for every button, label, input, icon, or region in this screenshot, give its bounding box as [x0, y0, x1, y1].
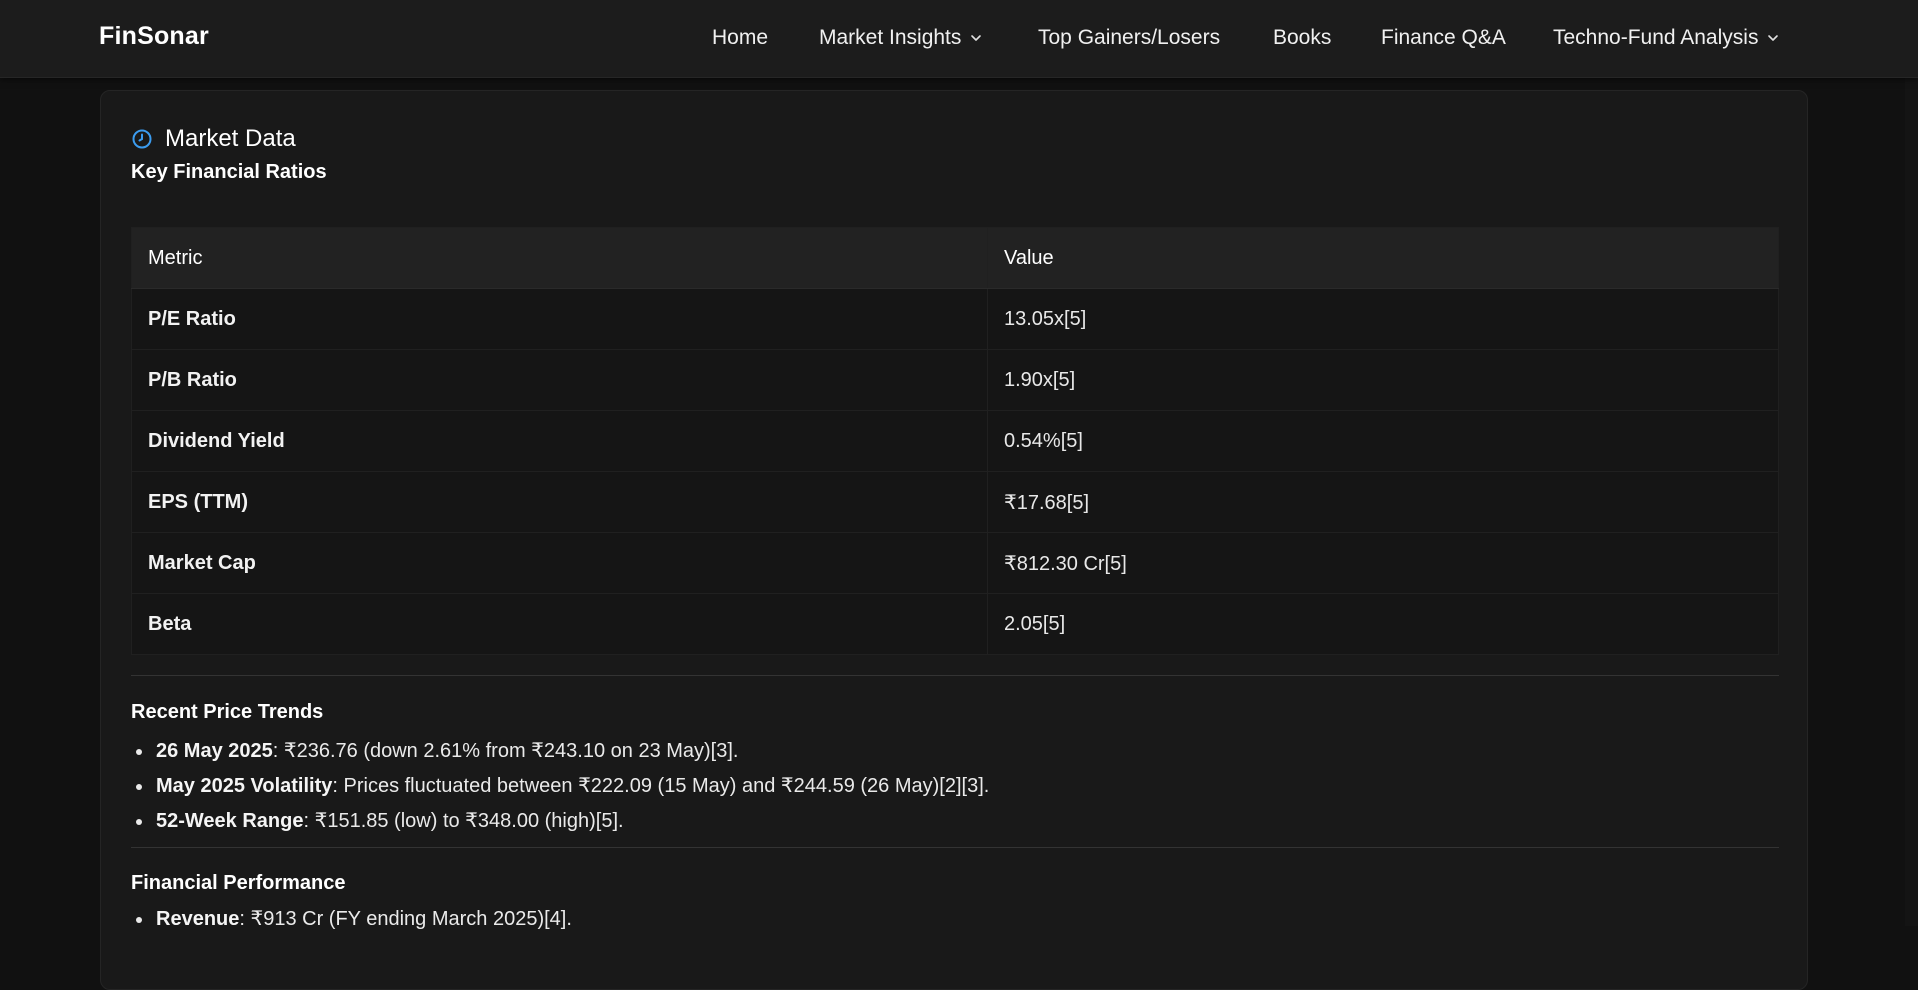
table-row: P/B Ratio 1.90x[5]: [131, 349, 1779, 411]
value-cell: 2.05[5]: [987, 593, 1779, 655]
brand-logo[interactable]: FinSonar: [99, 22, 209, 51]
table-row: Beta 2.05[5]: [131, 593, 1779, 655]
section-header: Market Data: [131, 125, 296, 153]
section-title: Market Data: [165, 125, 296, 152]
list-item: Revenue: ₹913 Cr (FY ending March 2025)[…: [136, 902, 572, 937]
performance-heading: Financial Performance: [131, 872, 346, 894]
list-item-label: Revenue: [156, 908, 240, 930]
nav-books-label: Books: [1273, 26, 1332, 49]
list-item: 26 May 2025: ₹236.76 (down 2.61% from ₹2…: [135, 734, 989, 769]
metric-cell: P/B Ratio: [131, 349, 988, 411]
value-cell: ₹812.30 Cr[5]: [987, 532, 1779, 594]
metric-cell: EPS (TTM): [131, 471, 988, 533]
nav-market-insights-label: Market Insights: [819, 26, 962, 49]
nav-top-gainers-losers[interactable]: Top Gainers/Losers: [1038, 26, 1220, 50]
market-data-card: Market Data Key Financial Ratios Metric …: [100, 90, 1808, 990]
ratios-heading: Key Financial Ratios: [131, 161, 327, 183]
top-navbar: FinSonar Home Market Insights Top Gainer…: [0, 0, 1918, 78]
clock-icon: [131, 128, 153, 150]
list-item-text: : Prices fluctuated between ₹222.09 (15 …: [332, 775, 990, 797]
nav-home[interactable]: Home: [712, 26, 768, 50]
nav-top-gainers-losers-label: Top Gainers/Losers: [1038, 26, 1221, 49]
metric-cell: P/E Ratio: [131, 288, 988, 350]
nav-techno-fund-analysis[interactable]: Techno-Fund Analysis: [1553, 26, 1780, 50]
column-header-metric: Metric: [131, 227, 988, 289]
nav-finance-qa-label: Finance Q&A: [1381, 26, 1506, 49]
list-item-label: May 2025 Volatility: [156, 775, 333, 797]
value-cell: ₹17.68[5]: [987, 471, 1779, 533]
nav-home-label: Home: [712, 26, 769, 49]
nav-books[interactable]: Books: [1273, 26, 1331, 50]
section-divider: [131, 847, 1779, 848]
chevron-down-icon: [969, 31, 983, 45]
trends-heading: Recent Price Trends: [131, 701, 324, 723]
performance-list: Revenue: ₹913 Cr (FY ending March 2025)[…: [136, 902, 572, 937]
nav-techno-fund-analysis-label: Techno-Fund Analysis: [1553, 26, 1759, 49]
list-item-text: : ₹236.76 (down 2.61% from ₹243.10 on 23…: [272, 740, 739, 762]
metric-cell: Beta: [131, 593, 988, 655]
trends-list: 26 May 2025: ₹236.76 (down 2.61% from ₹2…: [135, 734, 990, 839]
metric-cell: Market Cap: [131, 532, 988, 594]
nav-finance-qa[interactable]: Finance Q&A: [1381, 26, 1506, 50]
list-item: 52-Week Range: ₹151.85 (low) to ₹348.00 …: [135, 804, 989, 839]
value-cell: 0.54%[5]: [987, 410, 1779, 472]
column-header-value: Value: [987, 227, 1779, 289]
metric-cell: Dividend Yield: [131, 410, 988, 472]
section-divider: [131, 675, 1779, 676]
page-scrollbar[interactable]: [1905, 78, 1918, 926]
list-item-text: : ₹913 Cr (FY ending March 2025)[4].: [239, 908, 572, 930]
table-header-row: Metric Value: [131, 227, 1779, 289]
list-item-label: 26 May 2025: [156, 740, 273, 762]
chevron-down-icon: [1766, 31, 1780, 45]
table-row: Dividend Yield 0.54%[5]: [131, 410, 1779, 472]
list-item-text: : ₹151.85 (low) to ₹348.00 (high)[5].: [303, 810, 624, 832]
value-cell: 13.05x[5]: [987, 288, 1779, 350]
table-row: P/E Ratio 13.05x[5]: [131, 288, 1779, 350]
nav-market-insights[interactable]: Market Insights: [819, 26, 983, 50]
list-item-label: 52-Week Range: [156, 810, 304, 832]
list-item: May 2025 Volatility: Prices fluctuated b…: [135, 769, 990, 804]
table-row: Market Cap ₹812.30 Cr[5]: [131, 532, 1779, 594]
ratios-table: Metric Value P/E Ratio 13.05x[5] P/B Rat…: [131, 227, 1779, 655]
value-cell: 1.90x[5]: [987, 349, 1779, 411]
table-row: EPS (TTM) ₹17.68[5]: [131, 471, 1779, 533]
